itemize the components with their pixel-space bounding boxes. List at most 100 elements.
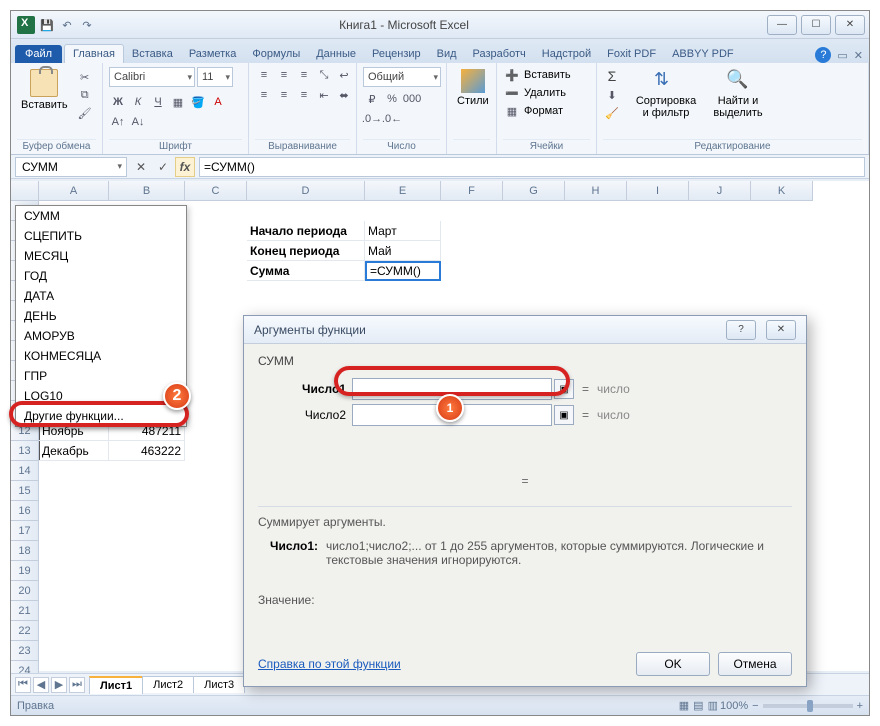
autosum-icon[interactable]: Σ (603, 67, 621, 85)
align-bottom-icon[interactable]: ≡ (295, 67, 313, 83)
view-normal-icon[interactable]: ▦ (679, 699, 689, 712)
tab-view[interactable]: Вид (429, 45, 465, 63)
zoom-out-button[interactable]: − (752, 700, 758, 712)
col-header[interactable]: J (689, 181, 751, 201)
maximize-button[interactable]: ☐ (801, 15, 831, 35)
view-layout-icon[interactable]: ▤ (693, 699, 703, 712)
align-right-icon[interactable]: ≡ (295, 87, 313, 103)
func-item[interactable]: СУММ (16, 206, 186, 226)
name-box[interactable]: СУММ (15, 157, 127, 177)
enter-formula-button[interactable]: ✓ (153, 157, 173, 177)
shrink-font-icon[interactable]: A↓ (129, 114, 147, 130)
paste-button[interactable]: Вставить (17, 67, 72, 113)
sheet-tab[interactable]: Лист1 (89, 676, 143, 694)
align-center-icon[interactable]: ≡ (275, 87, 293, 103)
select-all-corner[interactable] (11, 181, 39, 201)
copy-icon[interactable]: ⧉ (76, 87, 94, 103)
format-painter-icon[interactable]: 🖌 (76, 105, 94, 121)
italic-icon[interactable]: К (129, 94, 147, 110)
cell[interactable]: Март (365, 221, 441, 241)
cell[interactable]: Май (365, 241, 441, 261)
orientation-icon[interactable]: ⤡ (315, 67, 333, 83)
tab-data[interactable]: Данные (308, 45, 364, 63)
clear-icon[interactable]: 🧹 (603, 105, 621, 121)
tab-abbyy[interactable]: ABBYY PDF (664, 45, 742, 63)
col-header[interactable]: B (109, 181, 185, 201)
col-header[interactable]: I (627, 181, 689, 201)
row-header[interactable]: 16 (11, 501, 39, 521)
tab-file[interactable]: Файл (15, 45, 62, 63)
grow-font-icon[interactable]: A↑ (109, 114, 127, 130)
tab-foxit[interactable]: Foxit PDF (599, 45, 664, 63)
func-item[interactable]: ГПР (16, 366, 186, 386)
find-select-button[interactable]: 🔍 Найти и выделить (705, 67, 771, 121)
font-name-combo[interactable]: Calibri (109, 67, 195, 87)
func-other[interactable]: Другие функции... (16, 406, 186, 426)
row-header[interactable]: 13 (11, 441, 39, 461)
col-header[interactable]: F (441, 181, 503, 201)
col-header[interactable]: C (185, 181, 247, 201)
sheet-nav-last-icon[interactable]: ⏭ (69, 677, 85, 693)
col-header[interactable]: A (39, 181, 109, 201)
dec-decimal-icon[interactable]: .0← (383, 111, 401, 127)
row-header[interactable]: 17 (11, 521, 39, 541)
tab-addins[interactable]: Надстрой (534, 45, 599, 63)
font-size-combo[interactable]: 11 (197, 67, 233, 87)
sort-filter-button[interactable]: ⇅ Сортировка и фильтр (631, 67, 701, 121)
func-item[interactable]: LOG10 (16, 386, 186, 406)
merge-icon[interactable]: ⬌ (335, 87, 353, 103)
func-item[interactable]: ДЕНЬ (16, 306, 186, 326)
func-item[interactable]: АМОРУВ (16, 326, 186, 346)
row-header[interactable]: 15 (11, 481, 39, 501)
row-header[interactable]: 14 (11, 461, 39, 481)
dialog-close-button[interactable]: ✕ (766, 320, 796, 340)
col-header[interactable]: D (247, 181, 365, 201)
wrap-text-icon[interactable]: ↩ (335, 67, 353, 83)
minimize-button[interactable]: — (767, 15, 797, 35)
active-cell[interactable]: =СУММ() (365, 261, 441, 281)
func-item[interactable]: СЦЕПИТЬ (16, 226, 186, 246)
tab-home[interactable]: Главная (64, 44, 124, 63)
align-left-icon[interactable]: ≡ (255, 87, 273, 103)
dialog-help-button[interactable]: ? (726, 320, 756, 340)
view-pagebreak-icon[interactable]: ▥ (708, 699, 718, 712)
col-header[interactable]: E (365, 181, 441, 201)
insert-function-button[interactable]: fx (175, 157, 195, 177)
cut-icon[interactable]: ✂ (76, 69, 94, 85)
arg1-input[interactable] (352, 378, 552, 400)
zoom-slider[interactable] (763, 704, 853, 708)
currency-icon[interactable]: ₽ (363, 91, 381, 107)
dialog-help-link[interactable]: Справка по этой функции (258, 657, 401, 671)
tab-formulas[interactable]: Формулы (244, 45, 308, 63)
row-header[interactable]: 21 (11, 601, 39, 621)
align-top-icon[interactable]: ≡ (255, 67, 273, 83)
fill-color-icon[interactable]: 🪣 (189, 94, 207, 110)
comma-icon[interactable]: 000 (403, 91, 421, 107)
border-icon[interactable]: ▦ (169, 94, 187, 110)
cell[interactable]: Конец периода (247, 241, 365, 261)
fill-icon[interactable]: ⬇ (603, 87, 621, 103)
indent-dec-icon[interactable]: ⇤ (315, 87, 333, 103)
cell[interactable]: 463222 (109, 441, 185, 461)
col-header[interactable]: H (565, 181, 627, 201)
func-item[interactable]: МЕСЯЦ (16, 246, 186, 266)
percent-icon[interactable]: % (383, 91, 401, 107)
doc-close-icon[interactable]: ✕ (854, 49, 863, 62)
dialog-ok-button[interactable]: OK (636, 652, 710, 676)
arg2-ref-button[interactable]: ▣ (554, 405, 574, 425)
cell[interactable]: Декабрь (39, 441, 109, 461)
func-item[interactable]: ГОД (16, 266, 186, 286)
cancel-formula-button[interactable]: ✕ (131, 157, 151, 177)
tab-review[interactable]: Рецензир (364, 45, 429, 63)
row-header[interactable]: 20 (11, 581, 39, 601)
redo-icon[interactable]: ↷ (79, 17, 95, 33)
ribbon-minimize-icon[interactable]: ▭ (837, 49, 847, 62)
function-dropdown[interactable]: СУММ СЦЕПИТЬ МЕСЯЦ ГОД ДАТА ДЕНЬ АМОРУВ … (15, 205, 187, 427)
align-middle-icon[interactable]: ≡ (275, 67, 293, 83)
row-header[interactable]: 19 (11, 561, 39, 581)
tab-insert[interactable]: Вставка (124, 45, 181, 63)
save-icon[interactable]: 💾 (39, 17, 55, 33)
tab-developer[interactable]: Разработч (465, 45, 534, 63)
row-header[interactable]: 18 (11, 541, 39, 561)
cells-format-button[interactable]: ▦Формат (503, 103, 563, 119)
